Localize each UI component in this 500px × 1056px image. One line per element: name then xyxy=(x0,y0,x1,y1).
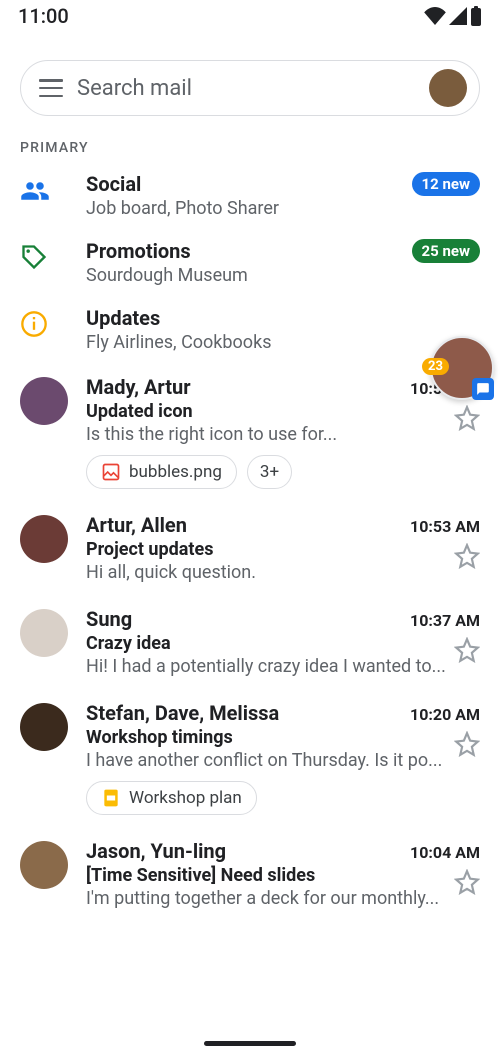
email-time: 10:53 AM xyxy=(410,517,480,536)
chat-head-bubble[interactable]: 23 xyxy=(430,336,494,400)
category-sub: Fly Airlines, Cookbooks xyxy=(86,332,480,353)
search-bar[interactable]: Search mail xyxy=(20,60,480,116)
category-sub: Job board, Photo Sharer xyxy=(86,198,412,219)
tag-icon xyxy=(20,243,48,271)
email-subject: Crazy idea xyxy=(86,633,454,654)
category-social[interactable]: Social Job board, Photo Sharer 12 new xyxy=(0,162,500,229)
email-subject: Project updates xyxy=(86,539,454,560)
email-row[interactable]: Mady, Artur 10:55 AM Updated icon Is thi… xyxy=(0,363,500,501)
email-preview: Is this the right icon to use for... xyxy=(86,424,454,445)
email-row[interactable]: Artur, Allen 10:53 AM Project updates Hi… xyxy=(0,501,500,595)
home-indicator[interactable] xyxy=(204,1041,296,1046)
account-avatar[interactable] xyxy=(429,69,467,107)
email-preview: Hi all, quick question. xyxy=(86,562,454,583)
email-time: 10:04 AM xyxy=(410,843,480,862)
email-subject: Workshop timings xyxy=(86,727,454,748)
chip-label: 3+ xyxy=(260,462,279,482)
sender-names: Sung xyxy=(86,607,140,631)
star-icon[interactable] xyxy=(454,731,480,757)
search-input[interactable]: Search mail xyxy=(77,76,429,101)
status-bar: 11:00 xyxy=(0,0,500,32)
menu-icon[interactable] xyxy=(39,79,63,97)
email-row[interactable]: Sung 10:37 AM Crazy idea Hi! I had a pot… xyxy=(0,595,500,689)
section-label: PRIMARY xyxy=(0,130,500,162)
chat-head-badge: 23 xyxy=(422,358,449,375)
sender-avatar xyxy=(20,609,68,657)
status-icons xyxy=(424,6,482,26)
sender-names: Jason, Yun-ling xyxy=(86,839,234,863)
category-title: Promotions xyxy=(86,239,412,263)
people-icon xyxy=(20,176,50,206)
email-subject: [Time Sensitive] Need slides xyxy=(86,865,454,886)
cell-signal-icon xyxy=(449,7,467,25)
category-title: Updates xyxy=(86,306,480,330)
info-icon xyxy=(20,310,48,338)
sender-avatar xyxy=(20,841,68,889)
chip-label: Workshop plan xyxy=(129,788,242,808)
category-promotions[interactable]: Promotions Sourdough Museum 25 new xyxy=(0,229,500,296)
email-preview: I have another conflict on Thursday. Is … xyxy=(86,750,454,771)
email-row[interactable]: Jason, Yun-ling 10:04 AM [Time Sensitive… xyxy=(0,827,500,921)
battery-icon xyxy=(470,6,482,26)
sender-names: Mady, Artur xyxy=(86,375,199,399)
sender-names: Stefan, Dave, Melissa xyxy=(86,701,287,725)
new-badge: 25 new xyxy=(412,239,480,263)
category-updates[interactable]: Updates Fly Airlines, Cookbooks xyxy=(0,296,500,363)
star-icon[interactable] xyxy=(454,543,480,569)
attachment-chip[interactable]: Workshop plan xyxy=(86,781,257,815)
email-time: 10:20 AM xyxy=(410,705,480,724)
more-attachments-chip[interactable]: 3+ xyxy=(247,455,292,489)
chat-icon xyxy=(472,378,494,400)
slides-icon xyxy=(101,788,121,808)
category-title: Social xyxy=(86,172,412,196)
star-icon[interactable] xyxy=(454,405,480,431)
sender-avatar xyxy=(20,515,68,563)
star-icon[interactable] xyxy=(454,637,480,663)
sender-names: Artur, Allen xyxy=(86,513,195,537)
sender-avatar xyxy=(20,703,68,751)
email-preview: Hi! I had a potentially crazy idea I wan… xyxy=(86,656,454,677)
email-time: 10:37 AM xyxy=(410,611,480,630)
email-subject: Updated icon xyxy=(86,401,454,422)
status-time: 11:00 xyxy=(18,4,69,28)
wifi-icon xyxy=(424,7,446,25)
category-sub: Sourdough Museum xyxy=(86,265,412,286)
email-preview: I'm putting together a deck for our mont… xyxy=(86,888,454,909)
email-row[interactable]: Stefan, Dave, Melissa 10:20 AM Workshop … xyxy=(0,689,500,827)
attachment-chip[interactable]: bubbles.png xyxy=(86,455,237,489)
image-icon xyxy=(101,462,121,482)
sender-avatar xyxy=(20,377,68,425)
new-badge: 12 new xyxy=(412,172,480,196)
chip-label: bubbles.png xyxy=(129,462,222,482)
star-icon[interactable] xyxy=(454,869,480,895)
